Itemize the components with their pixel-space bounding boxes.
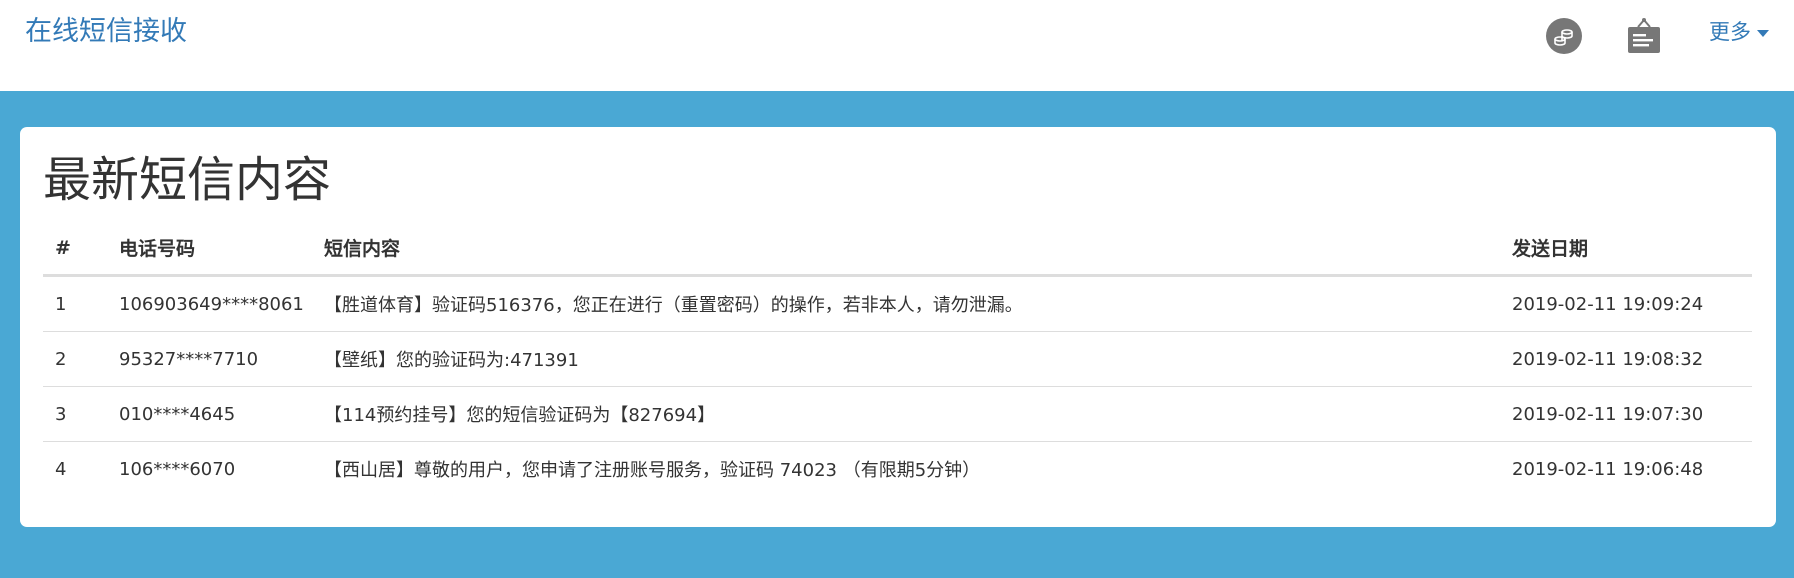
- header-content: 短信内容: [312, 221, 1500, 277]
- table-row[interactable]: 4 106****6070 【西山居】尊敬的用户，您申请了注册账号服务，验证码 …: [43, 442, 1752, 497]
- site-brand-link[interactable]: 在线短信接收: [25, 15, 187, 49]
- row-date: 2019-02-11 19:06:48: [1512, 458, 1704, 480]
- row-phone: 010****4645: [107, 386, 312, 442]
- row-date: 2019-02-11 19:09:24: [1500, 275, 1752, 332]
- table-row[interactable]: 1 106903649****8061 【胜道体育】验证码516376，您正在进…: [43, 275, 1752, 332]
- table-header-row: # 电话号码 短信内容 发送日期: [43, 221, 1752, 277]
- row-index: 4: [55, 458, 67, 480]
- header-index: #: [43, 221, 107, 277]
- row-date: 2019-02-11 19:07:30: [1500, 386, 1752, 442]
- row-phone: 106****6070: [119, 458, 236, 480]
- row-phone: 95327****7710: [107, 331, 312, 387]
- top-navbar: 在线短信接收 更多: [0, 0, 1794, 91]
- signboard-icon[interactable]: [1626, 17, 1662, 55]
- table-row[interactable]: 3 010****4645 【114预约挂号】您的短信验证码为【827694】 …: [43, 386, 1752, 442]
- row-phone: 106903649****8061: [107, 275, 312, 332]
- row-index: 1: [43, 275, 107, 332]
- latest-sms-panel: 最新短信内容 # 电话号码 短信内容 发送日期 1 106903649****8…: [20, 127, 1776, 527]
- row-content: 【西山居】尊敬的用户，您申请了注册账号服务，验证码 74023 （有限期5分钟）: [324, 460, 981, 481]
- row-index: 3: [43, 386, 107, 442]
- more-dropdown-label: 更多: [1709, 20, 1751, 44]
- row-date: 2019-02-11 19:08:32: [1500, 331, 1752, 387]
- row-content: 【壁纸】您的验证码为:471391: [312, 331, 1500, 387]
- row-index: 2: [43, 331, 107, 387]
- header-date: 发送日期: [1500, 221, 1752, 277]
- more-dropdown[interactable]: 更多: [1709, 18, 1769, 46]
- header-phone: 电话号码: [107, 221, 312, 277]
- row-content: 【胜道体育】验证码516376，您正在进行（重置密码）的操作，若非本人，请勿泄漏…: [312, 275, 1500, 332]
- table-row[interactable]: 2 95327****7710 【壁纸】您的验证码为:471391 2019-0…: [43, 331, 1752, 387]
- page-title: 最新短信内容: [43, 152, 332, 208]
- sms-table: # 电话号码 短信内容 发送日期 1 106903649****8061 【胜道…: [43, 221, 1752, 496]
- caret-down-icon: [1757, 29, 1769, 37]
- coins-icon[interactable]: [1546, 18, 1582, 54]
- row-content: 【114预约挂号】您的短信验证码为【827694】: [312, 386, 1500, 442]
